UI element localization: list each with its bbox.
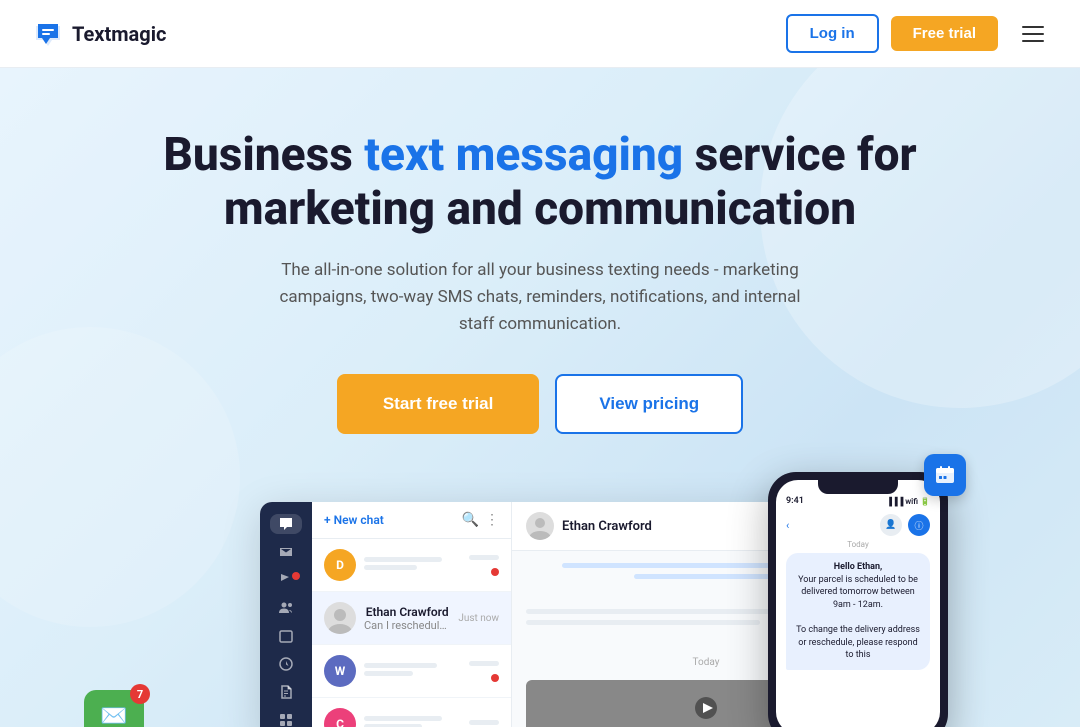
list-item[interactable]: D [312,539,511,592]
phone-message-text: Your parcel is scheduled to be delivered… [798,575,918,610]
chat-lines [364,716,461,727]
chat-info: Ethan Crawford Can I reschedule my deliv… [364,605,450,632]
chat-preview: Can I reschedule my delivery... [364,619,450,632]
list-item[interactable]: Ethan Crawford Can I reschedule my deliv… [312,592,511,645]
phone-message-text2: To change the delivery address or resche… [796,625,920,660]
phone-day-divider: Today [786,540,930,549]
sidebar-notif-dot [292,572,300,580]
hamburger-line [1022,33,1044,35]
chat-meta [469,661,499,682]
start-trial-button[interactable]: Start free trial [337,374,540,434]
logo-text: Textmagic [72,22,166,46]
chat-meta [469,720,499,727]
hero-title-part1: Business [163,128,364,182]
new-chat-button[interactable]: + New chat [324,513,384,527]
chat-lines [364,663,461,679]
sidebar-clock-icon[interactable] [270,654,302,674]
avatar [324,602,356,634]
phone-screen: 9:41 ▐▐▐ wifi 🔋 ‹ 👤 ⓘ To [776,480,940,727]
chat-meta [469,555,499,576]
email-badge: ✉️ 7 [84,690,144,727]
more-icon[interactable]: ⋮ [485,512,499,528]
hero-title: Business text messaging service for mark… [160,128,920,237]
free-trial-header-button[interactable]: Free trial [891,16,998,51]
list-item[interactable]: W [312,645,511,698]
chat-line [469,661,499,666]
chat-main-avatar [526,512,554,540]
chat-list-icons: 🔍 ⋮ [462,512,499,528]
wifi-icon: wifi [905,497,918,506]
signal-icon: ▐▐▐ [886,497,903,506]
hamburger-line [1022,26,1044,28]
phone-message-bubble: Hello Ethan, Your parcel is scheduled to… [786,553,930,670]
chat-line [364,663,437,668]
sidebar-doc-icon[interactable] [270,682,302,702]
chat-line [469,555,499,560]
phone-time: 9:41 [786,496,804,506]
phone-notch [818,480,898,494]
hamburger-line [1022,40,1044,42]
phone-greeting: Hello Ethan, [834,562,883,572]
phone-back-button[interactable]: ‹ [786,519,789,532]
chat-list: + New chat 🔍 ⋮ D [312,502,512,727]
phone-contact-icon[interactable]: 👤 [880,514,902,536]
app-sidebar [260,502,312,727]
search-icon[interactable]: 🔍 [462,512,479,528]
phone-content: ‹ 👤 ⓘ Today Hello Ethan, Your parcel is … [776,508,940,682]
message-line [526,620,760,625]
avatar: W [324,655,356,687]
chat-main-name: Ethan Crawford [562,519,652,534]
unread-dot [491,674,499,682]
phone-status-bar: 9:41 ▐▐▐ wifi 🔋 [776,494,940,508]
battery-icon: 🔋 [920,497,930,506]
login-button[interactable]: Log in [786,14,879,53]
phone-status-icons: ▐▐▐ wifi 🔋 [886,496,930,506]
logo-icon [32,20,64,48]
phone-mockup: 9:41 ▐▐▐ wifi 🔋 ‹ 👤 ⓘ To [768,472,948,727]
hamburger-menu[interactable] [1018,22,1048,46]
avatar: D [324,549,356,581]
avatar: C [324,708,356,727]
chat-line [364,557,442,562]
view-pricing-button[interactable]: View pricing [555,374,743,434]
phone-back: ‹ 👤 ⓘ [786,514,930,536]
chat-name: Ethan Crawford [364,605,450,619]
email-icon: ✉️ [100,704,127,727]
hero-subtitle: The all-in-one solution for all your bus… [260,257,820,339]
list-item[interactable]: C [312,698,511,727]
chat-time: Just now [458,613,499,624]
phone-icons: 👤 ⓘ [880,514,930,536]
sidebar-calendar-icon[interactable] [270,626,302,646]
sidebar-mail-icon[interactable] [270,542,302,562]
chat-line [364,716,442,721]
sidebar-users-icon[interactable] [270,598,302,618]
mockup-area: ✉️ 7 [32,482,1048,727]
chat-line [364,565,417,570]
chat-line [469,720,499,725]
logo: Textmagic [32,20,166,48]
email-count: 7 [130,684,150,704]
calendar-badge [924,454,966,496]
hero-buttons: Start free trial View pricing [32,374,1048,434]
chat-list-header: + New chat 🔍 ⋮ [312,502,511,539]
phone-info-icon[interactable]: ⓘ [908,514,930,536]
play-icon [694,696,718,720]
chat-line [364,671,413,676]
sidebar-flag-icon[interactable] [270,570,302,590]
hero-section: Business text messaging service for mark… [0,68,1080,727]
unread-dot [491,568,499,576]
sidebar-grid-icon[interactable] [270,710,302,727]
calendar-icon [934,464,956,486]
hero-title-highlight: text messaging [364,128,683,182]
header: Textmagic Log in Free trial [0,0,1080,68]
chat-lines [364,557,461,573]
sidebar-chat-icon[interactable] [270,514,302,534]
header-nav: Log in Free trial [786,14,1048,53]
